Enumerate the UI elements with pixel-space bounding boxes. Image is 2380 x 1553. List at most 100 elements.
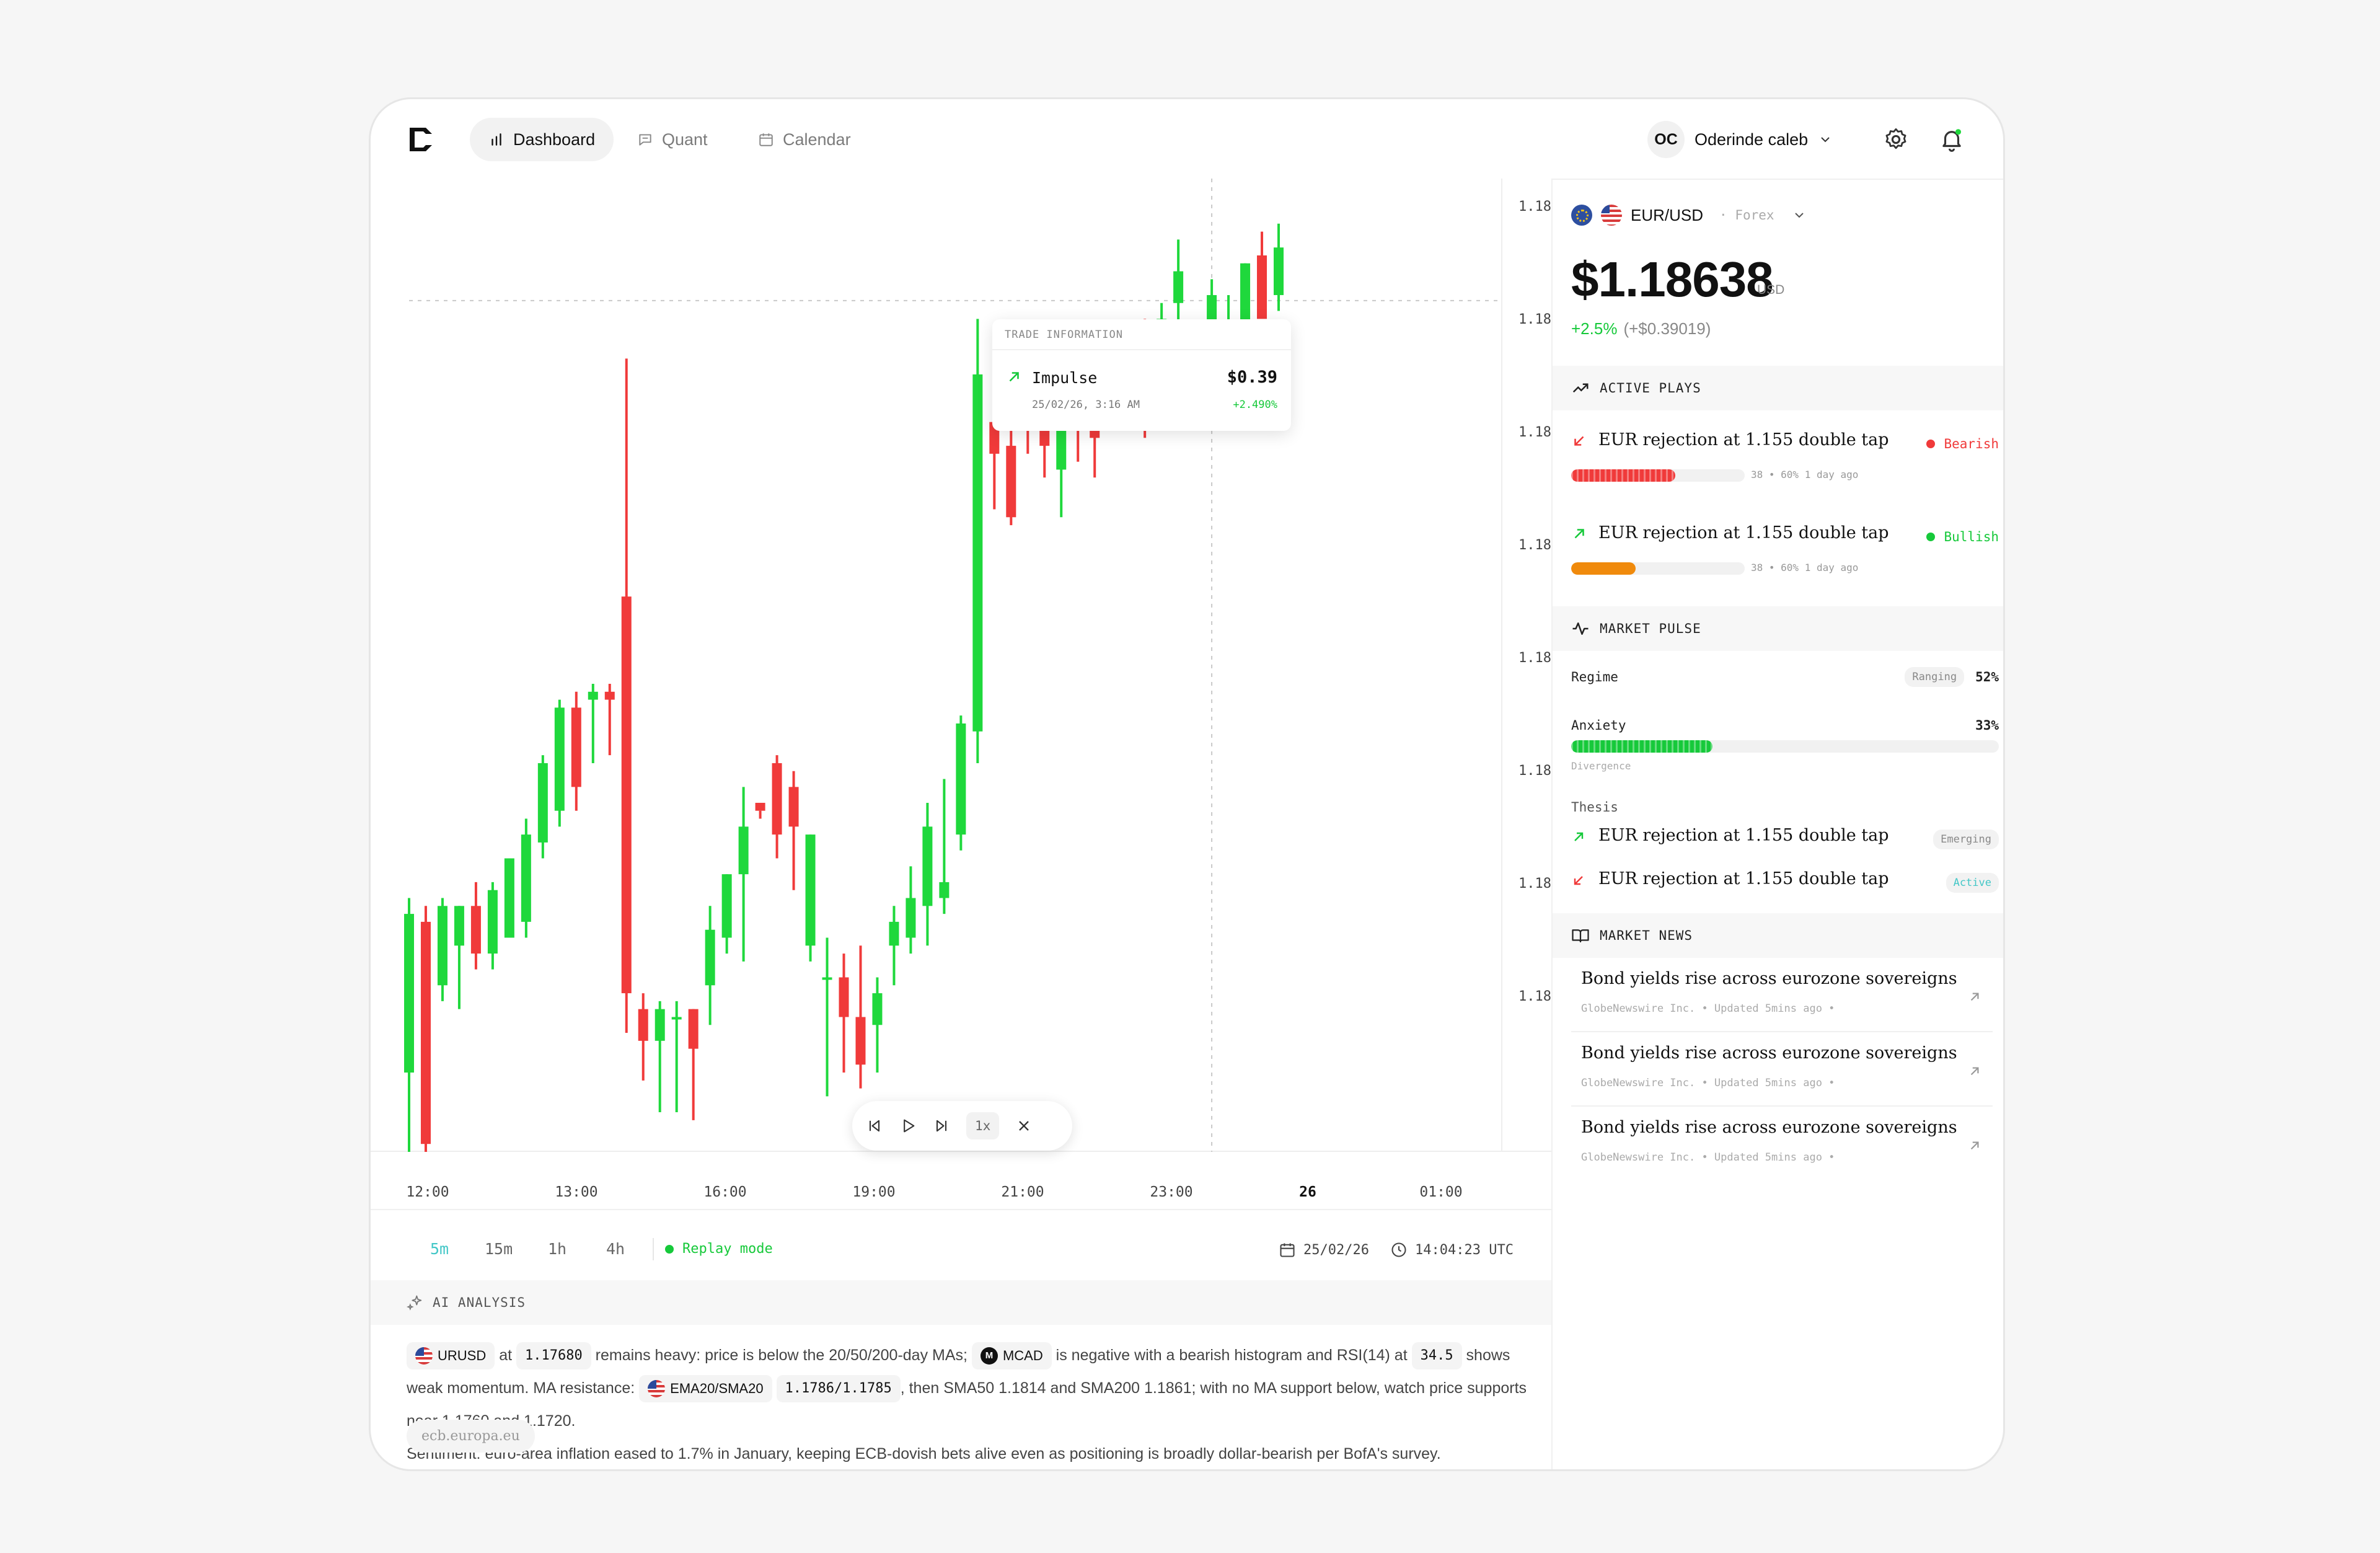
- candle-body: [922, 826, 933, 906]
- thesis-item[interactable]: EUR rejection at 1.155 double tap Emergi…: [1571, 825, 1999, 862]
- user-menu[interactable]: OC Oderinde caleb: [1647, 118, 1833, 161]
- x-tick-label: 21:00: [1001, 1184, 1044, 1200]
- candlestick-chart[interactable]: 1.18 1.18 1.18 1.18 1.18 1.18 1.18 1.18: [371, 179, 1551, 1152]
- candle-body: [872, 993, 883, 1025]
- bar-chart-icon: [491, 133, 501, 146]
- nav-calendar-label: Calendar: [783, 130, 851, 149]
- candle-body: [404, 914, 414, 1073]
- candle-body: [537, 763, 548, 843]
- anxiety-meter-fill: [1571, 740, 1712, 753]
- skip-back-icon[interactable]: [866, 1117, 883, 1135]
- news-item[interactable]: Bond yields rise across eurozone soverei…: [1571, 1032, 1993, 1107]
- divergence-label: Divergence: [1571, 760, 1631, 772]
- pair-chip[interactable]: URUSD: [407, 1342, 495, 1370]
- news-item[interactable]: Bond yields rise across eurozone soverei…: [1571, 1107, 1993, 1181]
- replay-mode-indicator[interactable]: Replay mode: [665, 1241, 773, 1257]
- anxiety-row: Anxiety 33% Divergence: [1571, 718, 1999, 786]
- news-meta: GlobeNewswire Inc. • Updated 5mins ago •: [1581, 1151, 1835, 1164]
- arrow-up-right-icon: [1009, 372, 1019, 382]
- candle-body: [470, 906, 481, 954]
- candle-down: [839, 953, 849, 1073]
- nav-quant-label: Quant: [662, 130, 708, 149]
- candle-body: [638, 1009, 648, 1041]
- play-icon[interactable]: [899, 1117, 917, 1135]
- news-headline: Bond yields rise across eurozone soverei…: [1581, 1043, 1957, 1063]
- candle-up: [671, 1001, 682, 1113]
- play-tag: Bearish: [1926, 436, 1999, 451]
- news-item[interactable]: Bond yields rise across eurozone soverei…: [1571, 958, 1993, 1032]
- market-news-title: MARKET NEWS: [1600, 928, 1693, 943]
- candle-body: [889, 921, 899, 946]
- m-icon: M: [980, 1347, 998, 1365]
- candle-down: [604, 684, 615, 756]
- play-tag-label: Bearish: [1944, 436, 1999, 451]
- us-flag-icon: [648, 1380, 666, 1398]
- timeframe-4h[interactable]: 4h: [597, 1235, 633, 1263]
- candle-up: [654, 1001, 665, 1113]
- price-change-abs: (+$0.39019): [1623, 319, 1711, 338]
- nav-dashboard[interactable]: Dashboard: [470, 118, 614, 161]
- play-progress: [1571, 469, 1745, 482]
- close-icon[interactable]: [1015, 1117, 1033, 1135]
- us-flag-icon: [1601, 205, 1622, 226]
- gear-icon[interactable]: [1883, 126, 1909, 153]
- thesis-title: EUR rejection at 1.155 double tap: [1598, 826, 1889, 845]
- external-link-icon[interactable]: [1967, 989, 1983, 1005]
- candle-body: [721, 874, 732, 938]
- x-tick-label: 19:00: [852, 1184, 896, 1200]
- candle-body: [588, 691, 598, 700]
- x-tick-label: 26: [1299, 1184, 1316, 1200]
- timeframe-1h[interactable]: 1h: [539, 1235, 575, 1263]
- thesis-item[interactable]: EUR rejection at 1.155 double tap Active: [1571, 868, 1999, 905]
- macd-chip-label: MCAD: [1002, 1348, 1043, 1364]
- ai-analysis-title: AI ANALYSIS: [433, 1295, 526, 1310]
- source-link[interactable]: ecb.europa.eu: [407, 1420, 535, 1453]
- price-chart[interactable]: 1.18 1.18 1.18 1.18 1.18 1.18 1.18 1.18 TRADE I…: [371, 179, 1551, 1200]
- candle-body: [454, 906, 464, 946]
- timeframe-15m[interactable]: 15m: [476, 1235, 521, 1263]
- play-tag: Bullish: [1926, 529, 1999, 544]
- sentiment-paragraph: Sentiment: euro-area inflation eased to …: [407, 1445, 1441, 1462]
- user-name: Oderinde caleb: [1695, 130, 1809, 149]
- chat-icon: [639, 134, 651, 146]
- date-display[interactable]: 25/02/26: [1279, 1241, 1369, 1259]
- x-tick-label: 23:00: [1150, 1184, 1193, 1200]
- y-tick-label: 1.18: [1518, 650, 1551, 666]
- candle-up: [956, 715, 966, 851]
- macd-chip[interactable]: M MCAD: [971, 1342, 1052, 1370]
- nav-quant[interactable]: Quant: [619, 118, 726, 161]
- timeframe-5m[interactable]: 5m: [421, 1235, 457, 1263]
- analysis-text: at: [1394, 1347, 1408, 1364]
- skip-forward-icon[interactable]: [933, 1117, 950, 1135]
- play-item[interactable]: EUR rejection at 1.155 double tap Bullis…: [1571, 503, 1999, 584]
- candle-body: [437, 906, 447, 986]
- arrow-down-left-icon: [1574, 876, 1583, 885]
- nav-dashboard-label: Dashboard: [513, 130, 596, 149]
- pair-selector[interactable]: EUR/USD · Forex: [1571, 205, 1807, 226]
- candle-down: [638, 993, 648, 1081]
- arrow-down-left-icon: [1574, 436, 1584, 446]
- candle-down: [470, 882, 481, 970]
- nav-calendar[interactable]: Calendar: [739, 118, 870, 161]
- candle-body: [1274, 247, 1284, 295]
- logo-icon[interactable]: [405, 124, 436, 155]
- replay-mode-label: Replay mode: [682, 1241, 773, 1257]
- time-display[interactable]: 14:04:23 UTC: [1390, 1241, 1514, 1259]
- ema-chip[interactable]: EMA20/SMA20: [639, 1375, 772, 1403]
- external-link-icon[interactable]: [1967, 1063, 1983, 1079]
- y-tick-label: 1.18: [1518, 989, 1551, 1004]
- candle-body: [738, 826, 749, 875]
- external-link-icon[interactable]: [1967, 1138, 1983, 1154]
- price-currency: USD: [1757, 283, 1785, 297]
- play-item[interactable]: EUR rejection at 1.155 double tap Bearis…: [1571, 410, 1999, 491]
- arrow-up-right-icon: [1574, 832, 1584, 841]
- candle-body: [939, 882, 950, 898]
- bell-icon[interactable]: [1939, 126, 1965, 153]
- candle-body: [1173, 271, 1184, 303]
- speed-selector[interactable]: 1x: [966, 1112, 1000, 1139]
- active-plays-header: ACTIVE PLAYS: [1553, 366, 2003, 410]
- regime-pct: 52%: [1975, 670, 1999, 684]
- timeframe-bar: 5m 15m 1h 4h Replay mode 25/02/26 14:04:…: [371, 1209, 1551, 1280]
- candle-up: [939, 779, 950, 914]
- status-dot: [665, 1244, 674, 1254]
